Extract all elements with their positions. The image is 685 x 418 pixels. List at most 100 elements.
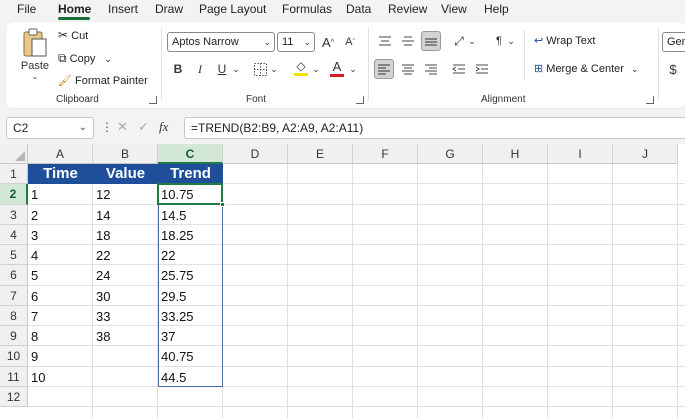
tab-review[interactable]: Review (388, 2, 427, 16)
column-header-d[interactable]: D (223, 144, 288, 164)
chevron-down-icon[interactable]: ⌄ (79, 118, 87, 138)
column-header-c[interactable]: C (158, 144, 223, 164)
cell-a5[interactable]: 4 (28, 245, 93, 265)
cell-c7[interactable]: 29.5 (158, 286, 223, 306)
cell-b9[interactable]: 38 (93, 326, 158, 346)
column-header-h[interactable]: H (483, 144, 548, 164)
number-format-dropdown[interactable]: Gen (662, 32, 685, 52)
cell-b2[interactable]: 12 (93, 184, 158, 204)
increase-font-size-button[interactable]: A ^ (320, 32, 336, 52)
tab-view[interactable]: View (441, 2, 467, 16)
bottom-align-button[interactable] (421, 31, 441, 51)
cell-a4[interactable]: 3 (28, 225, 93, 245)
alignment-launcher-icon[interactable] (646, 96, 654, 104)
fill-color-button[interactable]: ◇ (292, 58, 310, 78)
copy-button[interactable]: ⧉ Copy ⌄ (58, 51, 112, 66)
row-header-2[interactable]: 2 (0, 184, 28, 205)
chevron-down-icon[interactable]: ⌄ (32, 72, 39, 81)
row-header-11[interactable]: 11 (0, 366, 28, 387)
cell-a7[interactable]: 6 (28, 286, 93, 306)
row-header-8[interactable]: 8 (0, 305, 28, 326)
currency-button[interactable]: $ (666, 60, 680, 78)
cell-a6[interactable]: 5 (28, 265, 93, 285)
enter-check-icon[interactable]: ✓ (138, 119, 149, 135)
chevron-down-icon[interactable]: ⌄ (467, 32, 477, 50)
cell-b6[interactable]: 24 (93, 265, 158, 285)
cancel-icon[interactable]: ✕ (117, 119, 128, 135)
format-painter-button[interactable]: 🖌 Format Painter (58, 74, 148, 87)
merge-center-button[interactable]: ⊞ Merge & Center ⌄ (534, 62, 639, 75)
row-header-1[interactable]: 1 (0, 164, 28, 185)
font-launcher-icon[interactable] (356, 96, 364, 104)
cell-b3[interactable]: 14 (93, 205, 158, 225)
cell-c2[interactable]: 10.75 (158, 184, 223, 204)
cell-c11[interactable]: 44.5 (158, 367, 223, 387)
insert-function-icon[interactable]: fx (159, 119, 168, 135)
header-cell-a1[interactable]: Time (28, 164, 93, 185)
decrease-font-size-button[interactable]: Aˇ (342, 32, 358, 52)
increase-indent-button[interactable] (473, 60, 491, 78)
formula-input[interactable]: =TREND(B2:B9, A2:A9, A2:A11) (184, 117, 685, 139)
tab-page-layout[interactable]: Page Layout (199, 2, 266, 16)
cell-c8[interactable]: 33.25 (158, 306, 223, 326)
column-header-g[interactable]: G (418, 144, 483, 164)
cell-a2[interactable]: 1 (28, 184, 93, 204)
decrease-indent-button[interactable] (450, 60, 468, 78)
align-center-button[interactable] (399, 60, 417, 78)
cell-a9[interactable]: 8 (28, 326, 93, 346)
chevron-down-icon[interactable]: ⌄ (311, 60, 321, 78)
cell-a11[interactable]: 10 (28, 367, 93, 387)
middle-align-button[interactable] (399, 32, 417, 50)
italic-button[interactable]: I (192, 60, 208, 78)
underline-button[interactable]: U (214, 60, 230, 78)
row-header-9[interactable]: 9 (0, 326, 28, 347)
cell-b10[interactable] (93, 346, 158, 366)
column-header-e[interactable]: E (288, 144, 353, 164)
column-header-j[interactable]: J (613, 144, 678, 164)
row-header-3[interactable]: 3 (0, 204, 28, 225)
tab-help[interactable]: Help (484, 2, 509, 16)
bold-button[interactable]: B (170, 60, 186, 78)
cell-a10[interactable]: 9 (28, 346, 93, 366)
cell-a8[interactable]: 7 (28, 306, 93, 326)
tab-formulas[interactable]: Formulas (282, 2, 332, 16)
align-right-button[interactable] (422, 60, 440, 78)
chevron-down-icon[interactable]: ⌄ (506, 32, 516, 50)
clipboard-launcher-icon[interactable] (149, 96, 157, 104)
wrap-text-button[interactable]: ↩ Wrap Text (534, 34, 595, 47)
cell-c9[interactable]: 37 (158, 326, 223, 346)
cell-c6[interactable]: 25.75 (158, 265, 223, 285)
borders-button[interactable] (252, 60, 268, 78)
select-all-button[interactable] (0, 144, 28, 164)
tab-file[interactable]: File (17, 2, 36, 16)
chevron-down-icon[interactable]: ⌄ (631, 64, 639, 74)
row-header-6[interactable]: 6 (0, 265, 28, 286)
cell-c4[interactable]: 18.25 (158, 225, 223, 245)
chevron-down-icon[interactable]: ⌄ (269, 60, 279, 78)
cut-button[interactable]: ✂ Cut (58, 28, 88, 42)
tab-home[interactable]: Home (58, 2, 91, 16)
top-align-button[interactable] (376, 32, 394, 50)
cell-b8[interactable]: 33 (93, 306, 158, 326)
font-size-dropdown[interactable]: 11 ⌄ (277, 32, 315, 52)
cell-c10[interactable]: 40.75 (158, 346, 223, 366)
orientation-button[interactable]: ⤢ (450, 32, 468, 50)
paste-button[interactable]: Paste ⌄ (18, 26, 52, 82)
row-header-10[interactable]: 10 (0, 346, 28, 367)
column-header-i[interactable]: I (548, 144, 613, 164)
cell-c5[interactable]: 22 (158, 245, 223, 265)
more-options-icon[interactable]: ⋮ (101, 120, 113, 134)
cell-b7[interactable]: 30 (93, 286, 158, 306)
column-header-a[interactable]: A (28, 144, 93, 164)
font-name-dropdown[interactable]: Aptos Narrow ⌄ (167, 32, 275, 52)
row-header-7[interactable]: 7 (0, 285, 28, 306)
cell-b5[interactable]: 22 (93, 245, 158, 265)
tab-data[interactable]: Data (346, 2, 371, 16)
chevron-down-icon[interactable]: ⌄ (104, 54, 112, 64)
tab-insert[interactable]: Insert (108, 2, 138, 16)
cell-b4[interactable]: 18 (93, 225, 158, 245)
header-cell-b1[interactable]: Value (93, 164, 158, 185)
cell-a3[interactable]: 2 (28, 205, 93, 225)
chevron-down-icon[interactable]: ⌄ (231, 60, 241, 78)
row-header-4[interactable]: 4 (0, 224, 28, 245)
